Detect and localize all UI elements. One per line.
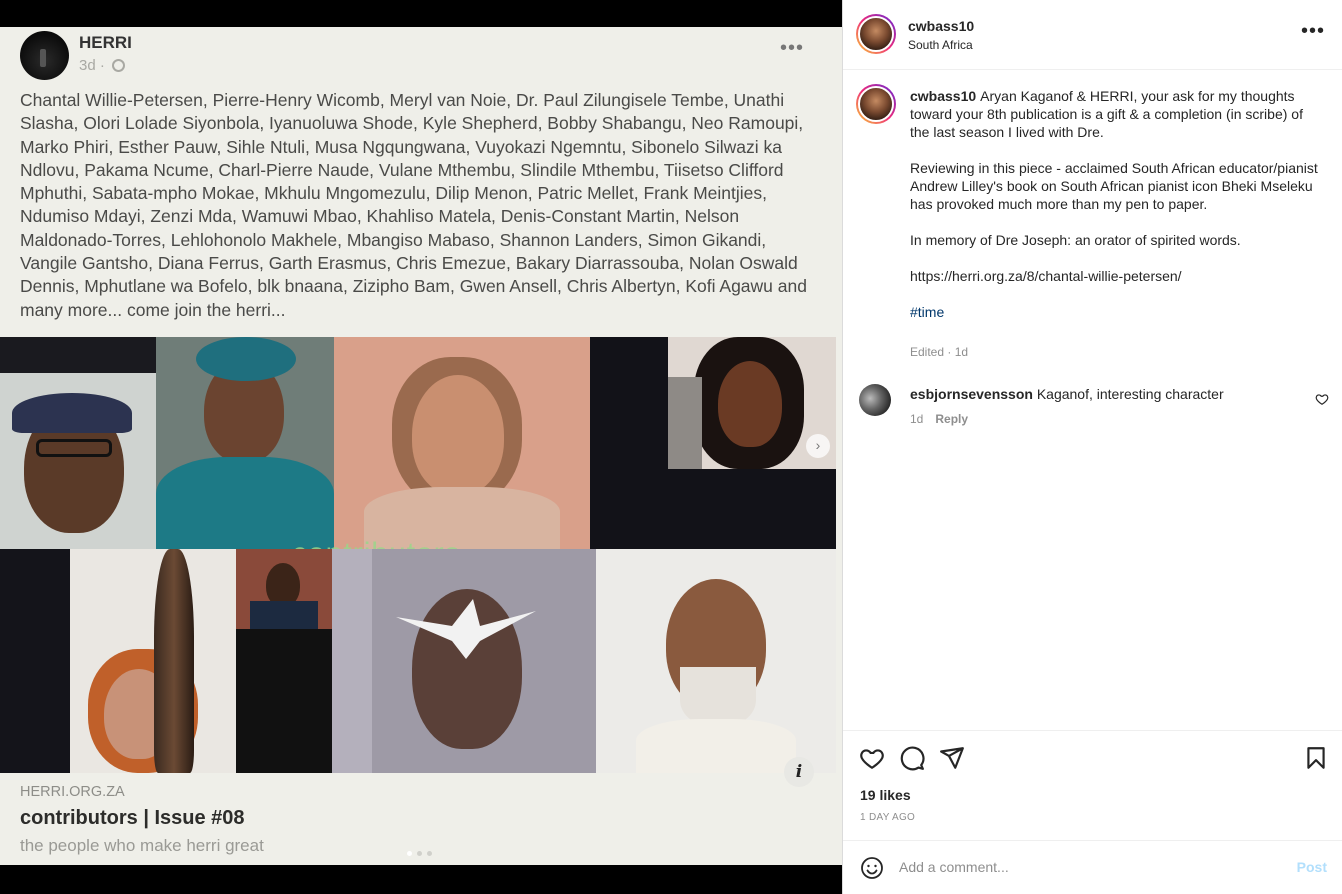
carousel-indicator bbox=[407, 843, 437, 861]
comment-icon[interactable] bbox=[899, 745, 925, 771]
more-icon: ••• bbox=[779, 37, 804, 59]
post-location[interactable]: South Africa bbox=[908, 38, 973, 52]
hashtag-link[interactable]: #time bbox=[910, 303, 1320, 321]
more-options-icon[interactable]: ••• bbox=[1301, 20, 1325, 43]
post-sidebar: cwbass10 South Africa ••• cwbass10 Aryan … bbox=[842, 0, 1342, 894]
contributors-list-text: Chantal Willie-Petersen, Pierre-Henry Wi… bbox=[20, 90, 807, 320]
contributors-collage: contributors bbox=[0, 337, 836, 773]
collage-photo-1 bbox=[0, 337, 156, 549]
emoji-icon[interactable] bbox=[860, 856, 884, 880]
comment-meta: 1d Reply bbox=[910, 412, 968, 426]
carousel-dot bbox=[407, 851, 412, 856]
embedded-time: 3d · bbox=[79, 57, 105, 74]
caption-paragraph: In memory of Dre Joseph: an orator of sp… bbox=[910, 232, 1241, 248]
reply-button[interactable]: Reply bbox=[935, 412, 968, 426]
commenter-avatar[interactable] bbox=[859, 384, 891, 416]
carousel-dot bbox=[427, 851, 432, 856]
shared-post-image: HERRI 3d · ••• Chantal Willie-Petersen, … bbox=[0, 27, 842, 865]
comment-composer: Post bbox=[843, 840, 1342, 894]
collage-photo-7 bbox=[332, 549, 596, 773]
media-viewer: HERRI 3d · ••• Chantal Willie-Petersen, … bbox=[0, 0, 842, 894]
caption-avatar[interactable] bbox=[856, 84, 896, 124]
post-comment-button[interactable]: Post bbox=[1297, 859, 1327, 875]
collage-block-dark bbox=[0, 549, 70, 773]
link-subtitle: the people who make herri great bbox=[20, 836, 264, 855]
comment-input[interactable] bbox=[899, 855, 1259, 879]
globe-icon bbox=[112, 59, 125, 72]
carousel-dot bbox=[417, 851, 422, 856]
comment-body: esbjornsevensson Kaganof, interesting ch… bbox=[910, 386, 1224, 402]
like-icon[interactable] bbox=[859, 745, 885, 771]
like-count[interactable]: 19 likes bbox=[860, 787, 911, 803]
caption-paragraph: Reviewing in this piece - acclaimed Sout… bbox=[910, 160, 1318, 212]
comment-item: esbjornsevensson Kaganof, interesting ch… bbox=[859, 384, 1329, 434]
post-caption: cwbass10 Aryan Kaganof & HERRI, your ask … bbox=[910, 87, 1320, 339]
collage-photo-5 bbox=[70, 549, 236, 773]
embedded-post-header: HERRI 3d · ••• bbox=[20, 29, 820, 80]
info-icon[interactable]: i bbox=[784, 757, 814, 787]
comment-like-icon[interactable] bbox=[1315, 392, 1329, 406]
post-header: cwbass10 South Africa ••• bbox=[843, 0, 1342, 70]
next-slide-button[interactable]: › bbox=[806, 434, 830, 458]
edited-label: Edited · 1d bbox=[910, 345, 969, 359]
caption-username[interactable]: cwbass10 bbox=[910, 88, 976, 104]
save-icon[interactable] bbox=[1303, 745, 1329, 771]
share-icon[interactable] bbox=[939, 745, 965, 771]
collage-photo-8 bbox=[596, 549, 836, 773]
comment-time: 1d bbox=[910, 412, 924, 426]
commenter-username[interactable]: esbjornsevensson bbox=[910, 386, 1033, 402]
post-timestamp: 1 DAY AGO bbox=[860, 812, 916, 823]
collage-photo-3 bbox=[334, 337, 590, 549]
collage-photo-2 bbox=[156, 337, 334, 549]
link-title: contributors | Issue #08 bbox=[20, 807, 245, 829]
comment-text: Kaganof, interesting character bbox=[1036, 386, 1224, 402]
post-actions: 19 likes 1 DAY AGO bbox=[843, 730, 1342, 840]
author-avatar[interactable] bbox=[856, 14, 896, 54]
collage-photo-6 bbox=[236, 549, 332, 773]
embedded-author: HERRI bbox=[79, 33, 132, 52]
author-username[interactable]: cwbass10 bbox=[908, 18, 974, 34]
link-domain: HERRI.ORG.ZA bbox=[20, 784, 125, 800]
herri-avatar bbox=[20, 31, 69, 80]
collage-photo-4 bbox=[590, 337, 836, 549]
caption-url: https://herri.org.za/8/chantal-willie-pe… bbox=[910, 268, 1182, 284]
